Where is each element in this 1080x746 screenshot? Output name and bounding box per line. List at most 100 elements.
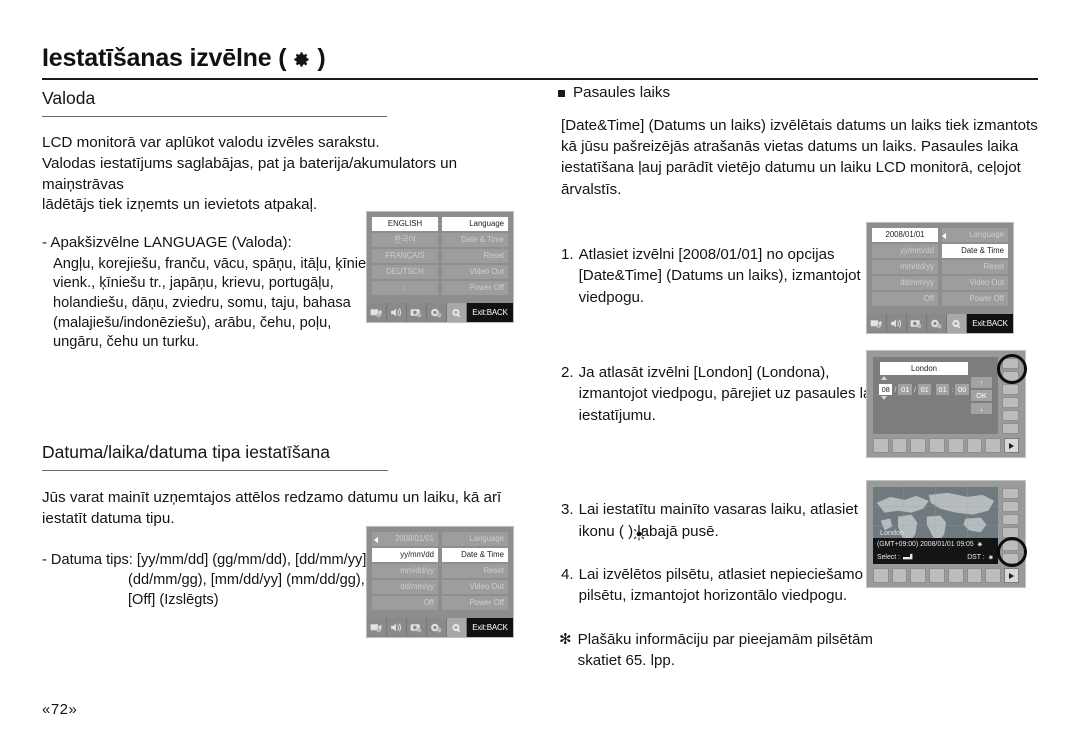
lcd-menu-video-out[interactable]: Video Out <box>442 580 508 594</box>
lcd-language-menu[interactable]: ENGLISH 한국어 FRANÇAIS DEUTSCH ↓ Language … <box>366 211 514 323</box>
settings-gear-icon[interactable] <box>447 618 467 637</box>
lcd-menu-power-off[interactable]: Power Off <box>942 292 1008 306</box>
lcd-exit-back-label[interactable]: Exit:BACK <box>467 303 513 322</box>
side-button[interactable] <box>1002 540 1019 551</box>
sound-icon[interactable] <box>887 314 907 333</box>
lcd-exit-back-label[interactable]: Exit:BACK <box>467 618 513 637</box>
step-4-text: Lai izvēlētos pilsētu, atlasiet nepiecie… <box>579 564 863 607</box>
play-button-icon[interactable] <box>1004 438 1020 453</box>
play-button-icon[interactable] <box>1004 568 1020 583</box>
lcd-menu-video-out[interactable]: Video Out <box>942 276 1008 290</box>
movie-icon[interactable] <box>867 314 887 333</box>
bottom-button[interactable] <box>873 568 889 583</box>
bottom-button[interactable] <box>891 438 908 453</box>
lcd-option-yymmdd[interactable]: yy/mm/dd <box>872 244 938 258</box>
bottom-button[interactable] <box>985 438 1002 453</box>
side-button[interactable] <box>1002 553 1019 564</box>
lcd-option-ddmmyy[interactable]: dd/mm/yy <box>872 276 938 290</box>
map-gmt-info: (GMT+09:00) 2008/01/01 09:05 <box>877 541 974 548</box>
movie-icon[interactable] <box>367 618 387 637</box>
london-lcd-screen: London 08 / 01 / 01 01 : 00 ↑ OK ↓ <box>873 357 998 434</box>
bottom-button[interactable] <box>929 568 945 583</box>
field-year[interactable]: 08 <box>879 384 893 396</box>
lcd-menu-power-off[interactable]: Power Off <box>442 596 508 610</box>
up-button[interactable]: ↑ <box>971 377 992 388</box>
field-minute[interactable]: 00 <box>955 384 969 396</box>
sound-icon[interactable] <box>387 618 407 637</box>
bottom-button[interactable] <box>947 568 964 583</box>
bottom-button[interactable] <box>873 438 889 453</box>
side-button[interactable] <box>1002 397 1019 408</box>
lcd-option-francais[interactable]: FRANÇAIS <box>372 249 438 263</box>
lcd-menu-language[interactable]: Language <box>442 532 508 546</box>
bottom-button[interactable] <box>929 438 945 453</box>
side-button[interactable] <box>1002 514 1019 525</box>
side-button[interactable] <box>1002 527 1019 538</box>
lcd-option-yymmdd[interactable]: yy/mm/dd <box>372 548 438 562</box>
lcd-menu-date-time[interactable]: Date & Time <box>442 548 508 562</box>
lcd-option-mmddyy[interactable]: mm/dd/yy <box>872 260 938 274</box>
lcd-exit-back-label[interactable]: Exit:BACK <box>967 314 1013 333</box>
display-icon[interactable] <box>427 303 447 322</box>
field-month[interactable]: 01 <box>898 384 912 396</box>
sound-icon[interactable] <box>387 303 407 322</box>
section-heading-datetime: Datuma/laika/datuma tipa iestatīšana <box>42 438 388 471</box>
lcd-menu-reset[interactable]: Reset <box>942 260 1008 274</box>
lcd-menu-reset[interactable]: Reset <box>442 564 508 578</box>
movie-icon[interactable] <box>367 303 387 322</box>
bottom-button[interactable] <box>966 438 983 453</box>
down-button[interactable]: ↓ <box>971 403 992 414</box>
side-button[interactable] <box>1002 423 1019 434</box>
bottom-button[interactable] <box>966 568 983 583</box>
lcd-menu-reset[interactable]: Reset <box>442 249 508 263</box>
lcd-menu-power-off[interactable]: Power Off <box>442 281 508 295</box>
settings-gear-icon[interactable] <box>947 314 967 333</box>
lcd-menu-language[interactable]: Language <box>442 217 508 231</box>
settings-gear-icon[interactable] <box>447 303 467 322</box>
lcd-option-date-value[interactable]: 2008/01/01 <box>872 228 938 242</box>
bottom-button[interactable] <box>947 438 964 453</box>
field-up-arrow-icon[interactable] <box>881 376 887 380</box>
bottom-button[interactable] <box>985 568 1002 583</box>
camera-setup-icon[interactable] <box>407 618 427 637</box>
bottom-button[interactable] <box>891 568 908 583</box>
gear-icon <box>292 48 311 69</box>
lcd-option-korean[interactable]: 한국어 <box>372 233 438 247</box>
camera-london-time-screen[interactable]: London 08 / 01 / 01 01 : 00 ↑ OK ↓ <box>866 350 1027 458</box>
side-button[interactable] <box>1002 488 1019 499</box>
map-dst-label: DST : <box>967 554 985 561</box>
camera-setup-icon[interactable] <box>907 314 927 333</box>
sun-icon: ✷ <box>976 539 984 549</box>
lcd-option-off[interactable]: Off <box>372 596 438 610</box>
bottom-button[interactable] <box>910 438 927 453</box>
display-icon[interactable] <box>427 618 447 637</box>
lcd-menu-date-time[interactable]: Date & Time <box>942 244 1008 258</box>
ok-button[interactable]: OK <box>971 390 992 401</box>
side-button[interactable] <box>1002 371 1019 382</box>
lcd-menu-language[interactable]: Language <box>942 228 1008 242</box>
side-button[interactable] <box>1002 358 1019 369</box>
lcd-option-ddmmyy[interactable]: dd/mm/yy <box>372 580 438 594</box>
field-down-arrow-icon[interactable] <box>881 396 887 400</box>
side-button[interactable] <box>1002 501 1019 512</box>
side-button[interactable] <box>1002 410 1019 421</box>
field-hour[interactable]: 01 <box>935 384 950 396</box>
lcd-option-english[interactable]: ENGLISH <box>372 217 438 231</box>
lcd-datetime-menu-step1[interactable]: 2008/01/01 yy/mm/dd mm/dd/yy dd/mm/yy Of… <box>866 222 1014 334</box>
page-title-text: Iestatīšanas izvēlne ( <box>42 44 287 72</box>
lcd-option-off[interactable]: Off <box>872 292 938 306</box>
field-day[interactable]: 01 <box>917 384 932 396</box>
lcd-option-deutsch[interactable]: DEUTSCH <box>372 265 438 279</box>
camera-setup-icon[interactable] <box>407 303 427 322</box>
lcd-option-date-value[interactable]: 2008/01/01 <box>372 532 438 546</box>
camera-world-map-screen[interactable]: London (GMT+09:00) 2008/01/01 09:05 ✷ Se… <box>866 480 1027 588</box>
lcd-menu-date-time[interactable]: Date & Time <box>442 233 508 247</box>
bottom-button[interactable] <box>910 568 927 583</box>
display-icon[interactable] <box>927 314 947 333</box>
lcd-date-type-menu[interactable]: 2008/01/01 yy/mm/dd mm/dd/yy dd/mm/yy Of… <box>366 526 514 638</box>
lcd-option-mmddyy[interactable]: mm/dd/yy <box>372 564 438 578</box>
side-button[interactable] <box>1002 384 1019 395</box>
lcd-scroll-down-icon[interactable]: ↓ <box>372 281 438 295</box>
lcd-menu-video-out[interactable]: Video Out <box>442 265 508 279</box>
lcd-datetype-right-column: Language Date & Time Reset Video Out Pow… <box>442 532 508 615</box>
